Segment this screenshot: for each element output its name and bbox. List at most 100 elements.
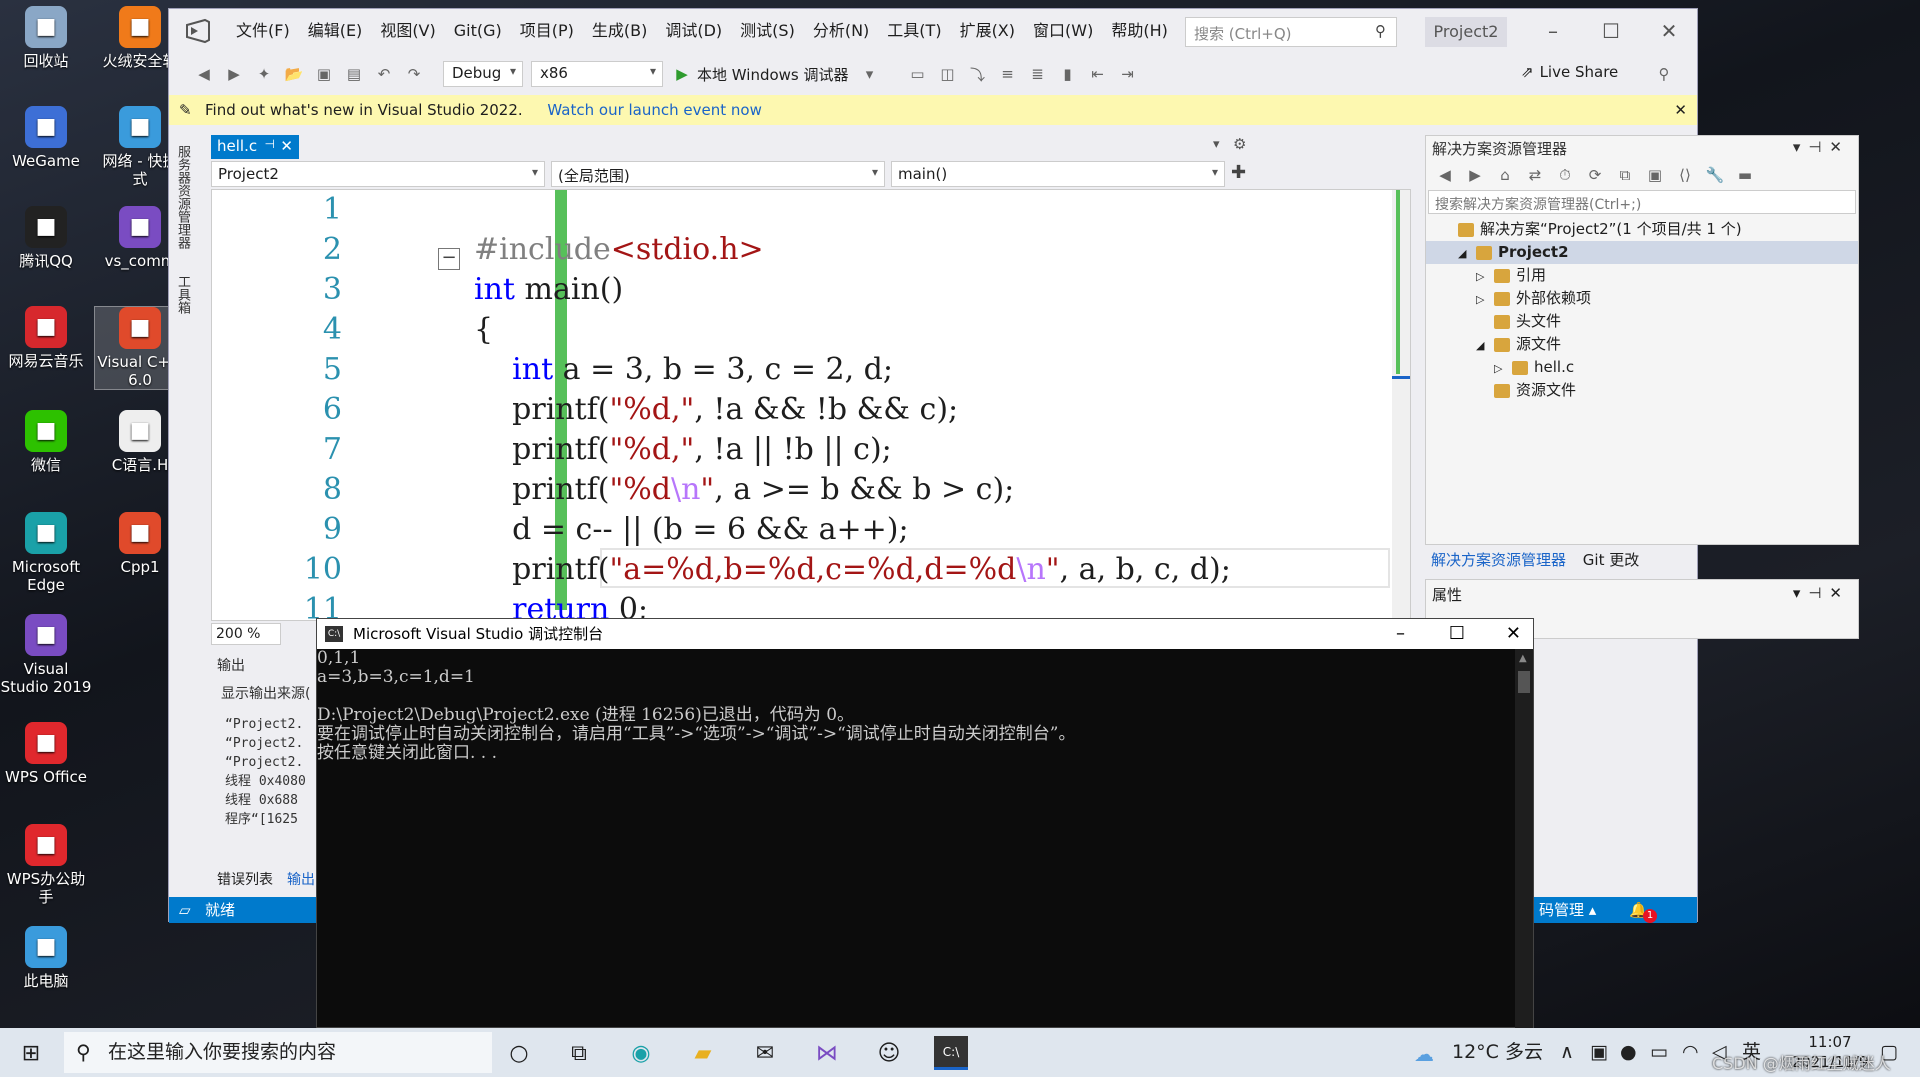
wifi-icon[interactable]: ◠ (1682, 1028, 1699, 1077)
tab-solution-explorer[interactable]: 解决方案资源管理器 (1425, 551, 1572, 569)
expand-arrow-icon[interactable]: ▷ (1494, 357, 1512, 380)
tree-item[interactable]: 解决方案“Project2”(1 个项目/共 1 个) (1426, 218, 1858, 241)
close-tab-icon[interactable]: ✕ (280, 137, 293, 155)
new-project-icon[interactable]: ✦ (251, 61, 277, 87)
wrench-icon[interactable]: 🔧 (1702, 162, 1728, 188)
save-icon[interactable]: ▣ (311, 61, 337, 87)
tree-item[interactable]: ▷ 外部依赖项 (1426, 287, 1858, 310)
menu-item[interactable]: 工具(T) (878, 9, 950, 53)
launch-event-link[interactable]: Watch our launch event now (547, 101, 761, 119)
console-maximize-button[interactable]: ☐ (1449, 619, 1465, 649)
project-nav-select[interactable]: Project2 (211, 161, 545, 187)
tab-output[interactable]: 输出 (287, 869, 315, 895)
settings-gear-icon[interactable]: ⚙ (1233, 135, 1246, 153)
server-explorer-tab[interactable]: 服务器资源管理器 (173, 145, 192, 249)
open-folder-icon[interactable]: 📂 (281, 61, 307, 87)
task-view-icon[interactable]: ⧉ (562, 1036, 596, 1070)
menu-item[interactable]: 窗口(W) (1024, 9, 1102, 53)
preview-icon[interactable]: ▬ (1732, 162, 1758, 188)
desktop-icon[interactable]: ■ 网易云音乐 (0, 306, 92, 370)
chevron-down-icon[interactable]: ▾ (857, 61, 883, 87)
console-close-button[interactable]: ✕ (1506, 619, 1521, 649)
toolbox-tab[interactable]: 工具箱 (173, 275, 192, 314)
folder-icon[interactable]: ▭ (905, 61, 931, 87)
desktop-icon[interactable]: ■ WeGame (0, 106, 92, 170)
source-control-button[interactable]: 码管理 ▴ (1539, 897, 1596, 923)
browser-icon[interactable]: ◫ (935, 61, 961, 87)
windows-start-icon[interactable]: ⊞ (14, 1036, 48, 1070)
menu-item[interactable]: 视图(V) (371, 9, 444, 53)
tab-hell-c[interactable]: hell.c ⊣ ✕ (211, 135, 299, 159)
edge-icon[interactable]: ◉ (624, 1036, 658, 1070)
pin-icon[interactable]: ⊣ (265, 137, 275, 151)
expand-arrow-icon[interactable]: ▷ (1476, 265, 1494, 288)
forward-icon[interactable]: ▶ (221, 61, 247, 87)
platform-select[interactable]: x86 (531, 61, 663, 87)
source-code[interactable]: #include<stdio.h> int main() { int a = 3, … (474, 190, 1231, 620)
search-input[interactable]: 搜索 (Ctrl+Q) (1185, 17, 1397, 47)
config-select[interactable]: Debug (443, 61, 523, 87)
menu-item[interactable]: 编辑(E) (299, 9, 372, 53)
tab-dropdown-icon[interactable]: ▾ (1213, 137, 1220, 152)
menu-item[interactable]: 调试(D) (656, 9, 731, 53)
close-infobar-icon[interactable]: ✕ (1674, 95, 1687, 125)
tree-item[interactable]: ◢ Project2 (1426, 241, 1858, 264)
bookmark-icon[interactable]: ▮ (1055, 61, 1081, 87)
desktop-icon[interactable]: ■ 此电脑 (0, 926, 92, 990)
panel-controls-icon[interactable]: ▾⊣✕ (1793, 584, 1850, 602)
maximize-button[interactable]: ☐ (1582, 9, 1640, 53)
menu-item[interactable]: Git(G) (445, 9, 511, 53)
close-button[interactable]: ✕ (1640, 9, 1698, 53)
tree-item[interactable]: 头文件 (1426, 310, 1858, 333)
tray-security-icon[interactable]: ● (1620, 1028, 1637, 1077)
tray-app-icon[interactable]: ▣ (1590, 1028, 1608, 1077)
prev-bookmark-icon[interactable]: ⇤ (1085, 61, 1111, 87)
expand-arrow-icon[interactable]: ◢ (1476, 334, 1494, 357)
desktop-icon[interactable]: ■ Visual Studio 2019 (0, 614, 92, 696)
feedback-icon[interactable]: ⚲ (1651, 61, 1677, 87)
run-debugger-button[interactable]: 本地 Windows 调试器 (697, 64, 849, 85)
split-icon[interactable]: ✚ (1231, 161, 1246, 187)
tree-item[interactable]: ▷ 引用 (1426, 264, 1858, 287)
expand-arrow-icon[interactable]: ▷ (1476, 288, 1494, 311)
console-minimize-button[interactable]: – (1396, 619, 1405, 649)
solution-search-input[interactable]: 搜索解决方案资源管理器(Ctrl+;) (1428, 190, 1856, 214)
menu-item[interactable]: 项目(P) (511, 9, 583, 53)
console-taskbar-icon[interactable]: C:\ (934, 1036, 968, 1070)
visual-studio-icon[interactable]: ⋈ (810, 1036, 844, 1070)
taskbar-search-input[interactable]: 在这里输入你要搜索的内容 (64, 1032, 492, 1073)
output-source-label[interactable]: 显示输出来源( (211, 681, 331, 705)
tree-item[interactable]: 资源文件 (1426, 379, 1858, 402)
tab-error-list[interactable]: 错误列表 (217, 869, 273, 895)
indent-icon[interactable]: ≡ (995, 61, 1021, 87)
file-explorer-icon[interactable]: ▰ (686, 1036, 720, 1070)
desktop-icon[interactable]: ■ 腾讯QQ (0, 206, 92, 270)
play-icon[interactable]: ▶ (669, 61, 695, 87)
tray-chevron-icon[interactable]: ∧ (1560, 1028, 1574, 1077)
tree-item[interactable]: ◢ 源文件 (1426, 333, 1858, 356)
tab-git-changes[interactable]: Git 更改 (1577, 551, 1645, 569)
code-editor[interactable]: 1 2 3 4 5 6 7 8 9 10 11 − #include<stdio.h> int mai… (211, 189, 1411, 621)
back-icon[interactable]: ◀ (191, 61, 217, 87)
desktop-icon[interactable]: ■ WPS办公助 手 (0, 824, 92, 906)
menu-item[interactable]: 文件(F) (227, 9, 299, 53)
zoom-select[interactable]: 200 % (211, 623, 281, 645)
desktop-icon[interactable]: ■ Microsoft Edge (0, 512, 92, 594)
weather-text[interactable]: 12°C 多云 (1452, 1028, 1543, 1077)
show-all-icon[interactable]: ▣ (1642, 162, 1668, 188)
expand-arrow-icon[interactable]: ◢ (1458, 242, 1476, 265)
next-bookmark-icon[interactable]: ⇥ (1115, 61, 1141, 87)
live-share-button[interactable]: ⇗ Live Share (1521, 63, 1618, 81)
outdent-icon[interactable]: ≣ (1025, 61, 1051, 87)
undo-icon[interactable]: ↶ (371, 61, 397, 87)
code-view-icon[interactable]: ⟨⟩ (1672, 162, 1698, 188)
menu-item[interactable]: 分析(N) (804, 9, 878, 53)
sync-icon[interactable]: ⟳ (1582, 162, 1608, 188)
forward-icon[interactable]: ▶ (1462, 162, 1488, 188)
redo-icon[interactable]: ↷ (401, 61, 427, 87)
mail-icon[interactable]: ✉ (748, 1036, 782, 1070)
desktop-icon[interactable]: ■ 回收站 (0, 6, 92, 70)
home-icon[interactable]: ⌂ (1492, 162, 1518, 188)
function-nav-select[interactable]: main() (891, 161, 1225, 187)
save-all-icon[interactable]: ▤ (341, 61, 367, 87)
